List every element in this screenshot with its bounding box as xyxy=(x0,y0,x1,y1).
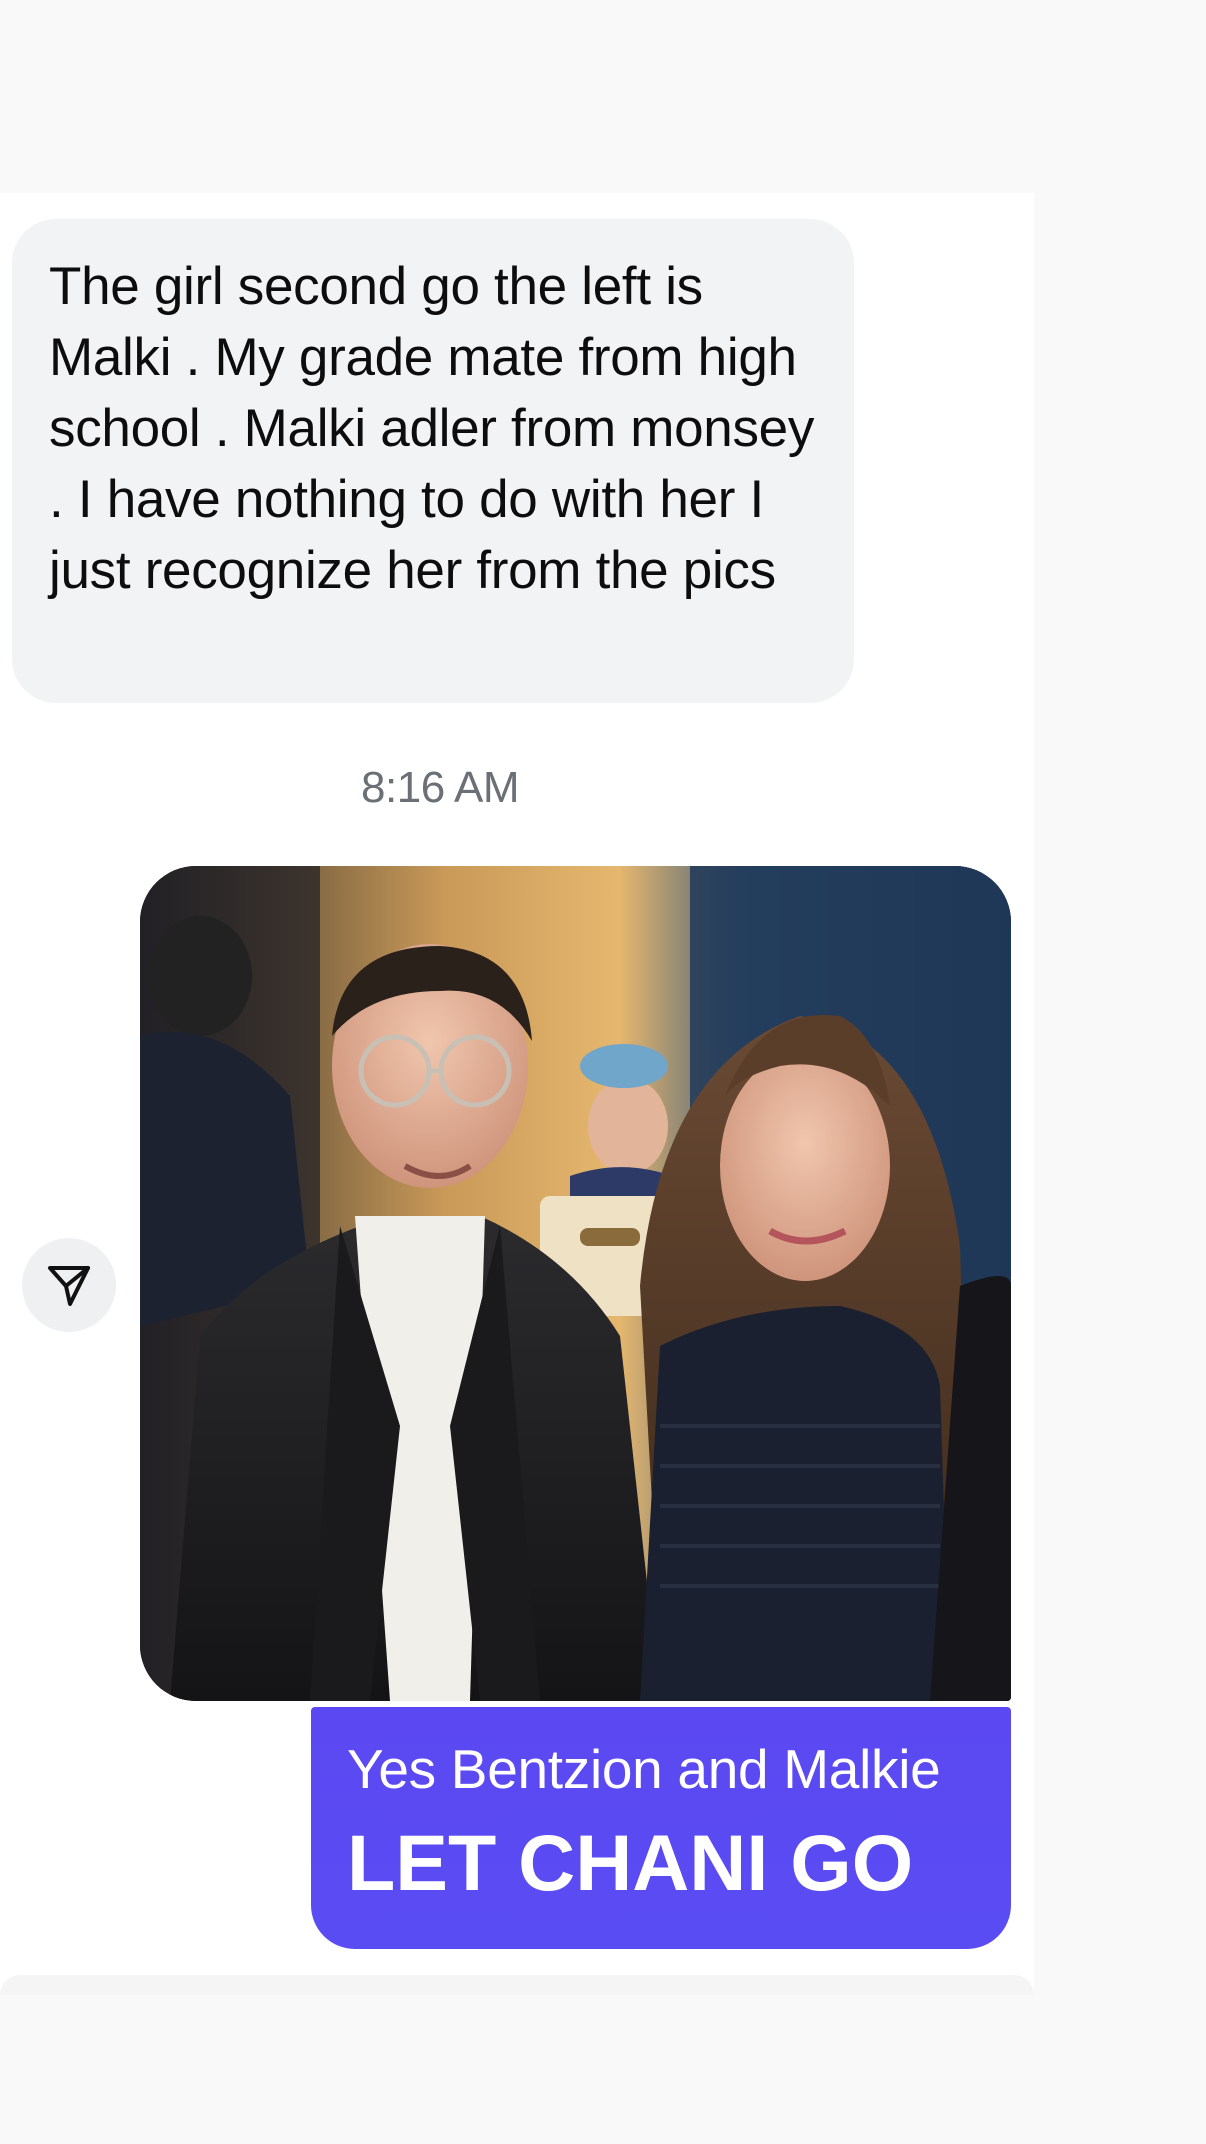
photo-icon xyxy=(140,866,1011,1701)
send-arrow-icon xyxy=(48,1266,90,1306)
composer-edge xyxy=(0,1975,1034,1995)
outgoing-message-caption: LET CHANI GO xyxy=(347,1818,914,1907)
outgoing-message-bubble[interactable]: Yes Bentzion and Malkie LET CHANI GO xyxy=(311,1707,1011,1949)
message-timestamp: 8:16 AM xyxy=(361,763,519,812)
incoming-message-bubble[interactable]: The girl second go the left is Malki . M… xyxy=(12,219,854,703)
chat-screen: The girl second go the left is Malki . M… xyxy=(0,0,1206,2144)
outgoing-message-text: Yes Bentzion and Malkie xyxy=(347,1738,941,1800)
outgoing-photo-message[interactable] xyxy=(140,866,1011,1701)
share-button[interactable] xyxy=(22,1238,116,1332)
incoming-message-text: The girl second go the left is Malki . M… xyxy=(49,257,815,600)
